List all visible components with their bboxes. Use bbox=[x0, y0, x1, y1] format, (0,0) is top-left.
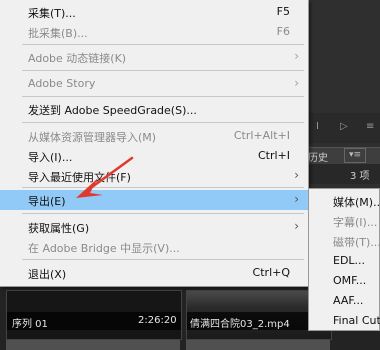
export-submenu: 媒体(M)... 字幕(I)... 磁带(T)... EDL... OMF...… bbox=[308, 188, 380, 331]
menu-item-exit[interactable]: 退出(X) Ctrl+Q bbox=[0, 263, 308, 283]
thumbnail-name: 倩满四合院03_2.mp4 bbox=[190, 319, 290, 330]
menu-item-label: 从媒体资源管理器导入(M) bbox=[28, 131, 157, 144]
submenu-item-aaf[interactable]: AAF... bbox=[333, 294, 380, 314]
chevron-right-icon: › bbox=[294, 219, 299, 233]
menu-item-label: 采集(T)... bbox=[28, 7, 76, 20]
menu-item-shortcut: F6 bbox=[276, 25, 290, 38]
menu-separator bbox=[22, 213, 304, 214]
menu-item-adobe-story[interactable]: Adobe Story › bbox=[0, 74, 308, 94]
menu-item-label: 发送到 Adobe SpeedGrade(S)... bbox=[28, 104, 197, 117]
menu-item-label: 批采集(B)... bbox=[28, 27, 88, 40]
menu-item-get-properties[interactable]: 获取属性(G) › bbox=[0, 217, 308, 237]
menu-item-label: Adobe 动态链接(K) bbox=[28, 52, 127, 65]
menu-item-import-recent[interactable]: 导入最近使用文件(F) › bbox=[0, 166, 308, 186]
menu-separator bbox=[22, 187, 304, 188]
chevron-right-icon: › bbox=[294, 76, 299, 90]
menu-item-export[interactable]: 导出(E) › bbox=[0, 190, 308, 210]
menu-item-import-from-browser[interactable]: 从媒体资源管理器导入(M) Ctrl+Alt+I bbox=[0, 126, 308, 146]
menu-item-dynamic-link[interactable]: Adobe 动态链接(K) › bbox=[0, 47, 308, 67]
menu-item-shortcut: Ctrl+Alt+I bbox=[233, 129, 290, 142]
submenu-item-final-cut[interactable]: Final Cut bbox=[333, 314, 380, 334]
menu-item-label: Adobe Story bbox=[28, 77, 96, 90]
menu-separator bbox=[22, 122, 304, 123]
menu-item-capture[interactable]: 采集(T)... F5 bbox=[0, 2, 308, 22]
thumbnail-footer bbox=[6, 340, 180, 350]
file-menu: 采集(T)... F5 批采集(B)... F6 Adobe 动态链接(K) ›… bbox=[0, 0, 309, 287]
submenu-item-titles[interactable]: 字幕(I)... bbox=[333, 214, 380, 234]
menu-separator bbox=[22, 96, 304, 97]
history-tab[interactable]: 历史 bbox=[308, 149, 328, 164]
chevron-right-icon: › bbox=[294, 192, 299, 206]
menu-item-shortcut: Ctrl+Q bbox=[252, 266, 290, 279]
thumbnail-footer bbox=[186, 340, 330, 350]
menu-item-batch-capture[interactable]: 批采集(B)... F6 bbox=[0, 22, 308, 42]
menu-item-label: 退出(X) bbox=[28, 268, 67, 281]
submenu-item-tape[interactable]: 磁带(T)... bbox=[333, 234, 380, 254]
menu-separator bbox=[22, 70, 304, 71]
menu-item-import[interactable]: 导入(I)... Ctrl+I bbox=[0, 146, 308, 166]
submenu-item-omf[interactable]: OMF... bbox=[333, 274, 380, 294]
menu-item-label: 在 Adobe Bridge 中显示(V)... bbox=[28, 242, 180, 255]
thumbnail-name: 序列 01 bbox=[12, 319, 48, 330]
menu-item-send-to-speedgrade[interactable]: 发送到 Adobe SpeedGrade(S)... bbox=[0, 99, 308, 119]
menu-separator bbox=[22, 44, 304, 45]
step-forward-icon[interactable]: ≡ bbox=[366, 122, 376, 132]
menu-item-label: 导入最近使用文件(F) bbox=[28, 171, 131, 184]
submenu-item-edl[interactable]: EDL... bbox=[333, 254, 380, 274]
menu-item-label: 导入(I)... bbox=[28, 151, 73, 164]
mark-button[interactable]: I bbox=[316, 122, 326, 132]
menu-item-reveal-in-bridge[interactable]: 在 Adobe Bridge 中显示(V)... bbox=[0, 237, 308, 257]
chevron-right-icon: › bbox=[294, 168, 299, 182]
panel-menu-button[interactable]: ▾≡ bbox=[344, 148, 366, 163]
menu-item-shortcut: Ctrl+I bbox=[257, 149, 290, 162]
menu-item-shortcut: F5 bbox=[276, 5, 290, 18]
menu-separator bbox=[22, 259, 304, 260]
menu-item-label: 导出(E) bbox=[28, 195, 66, 208]
item-count: 3 项 bbox=[350, 171, 370, 182]
menu-item-label: 获取属性(G) bbox=[28, 222, 90, 235]
chevron-right-icon: › bbox=[294, 49, 299, 63]
thumbnail-duration: 2:26:20 bbox=[138, 315, 177, 326]
submenu-item-media[interactable]: 媒体(M)... bbox=[333, 194, 380, 214]
play-icon[interactable]: ▷ bbox=[340, 122, 350, 132]
